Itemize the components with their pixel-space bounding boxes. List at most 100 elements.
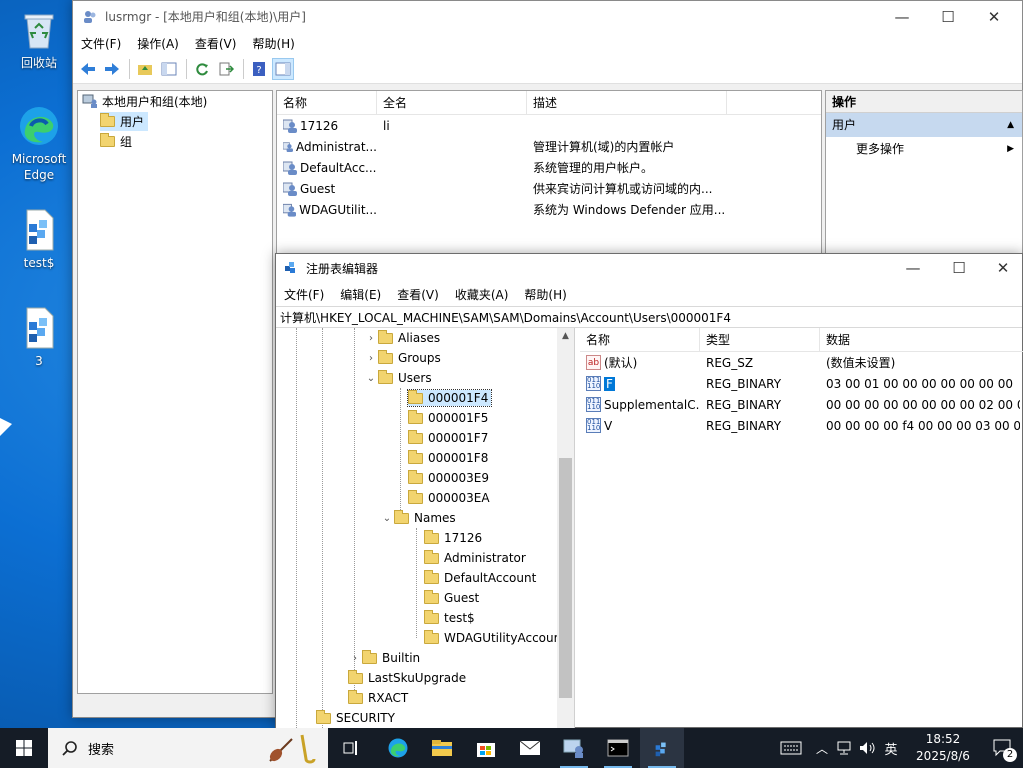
tree-scrollbar[interactable]: ▲: [557, 328, 574, 728]
taskbar-regedit[interactable]: [640, 728, 684, 768]
user-icon: [283, 161, 297, 175]
help-button[interactable]: ?: [248, 58, 270, 80]
tree-node[interactable]: › Groups: [276, 348, 574, 368]
tree-node[interactable]: RXACT: [276, 688, 574, 708]
column-header-fullname[interactable]: 全名: [377, 91, 527, 114]
column-header-type[interactable]: 类型: [700, 328, 820, 351]
tray-keyboard[interactable]: [771, 728, 811, 768]
refresh-button[interactable]: [191, 58, 213, 80]
table-row[interactable]: Administrat... 管理计算机(域)的内置帐户: [277, 136, 821, 157]
close-button[interactable]: ✕: [980, 254, 1023, 282]
tree-node[interactable]: test$: [276, 608, 574, 628]
tree-node[interactable]: WDAGUtilityAccour: [276, 628, 574, 648]
desktop-icon-test[interactable]: test$: [4, 208, 74, 271]
column-header-name[interactable]: 名称: [580, 328, 700, 351]
taskbar-edge[interactable]: [376, 728, 420, 768]
tree-node[interactable]: 000001F7: [276, 428, 574, 448]
tree-node[interactable]: SECURITY: [276, 708, 574, 728]
menu-view[interactable]: 查看(V): [187, 35, 245, 52]
tree-node[interactable]: LastSkuUpgrade: [276, 668, 574, 688]
table-row[interactable]: 17126 li: [277, 115, 821, 136]
menu-help[interactable]: 帮助(H): [244, 35, 302, 52]
tray-network[interactable]: [833, 728, 855, 768]
back-button[interactable]: [77, 58, 99, 80]
computer-management-icon: [563, 739, 583, 758]
taskbar-store[interactable]: [464, 728, 508, 768]
scroll-up-icon[interactable]: ▲: [557, 328, 574, 345]
desktop-icon-recycle-bin[interactable]: 回收站: [4, 8, 74, 71]
close-button[interactable]: ✕: [971, 1, 1017, 32]
user-list: 名称 全名 描述 17126 li Administrat... 管理计算机(域)的内…: [276, 90, 822, 256]
table-row[interactable]: 011 110 SupplementalC... REG_BINARY 00 00 00…: [580, 394, 1023, 415]
tray-clock[interactable]: 18:52 2025/8/6: [903, 728, 983, 768]
tree-item-groups[interactable]: 组: [78, 131, 272, 151]
tree-node[interactable]: 000001F5: [276, 408, 574, 428]
taskbar-cmd[interactable]: [596, 728, 640, 768]
actions-section-users[interactable]: 用户 ▲: [826, 113, 1022, 137]
tree-node[interactable]: 000001F4: [276, 388, 574, 408]
tree-node[interactable]: ⌄ Names: [276, 508, 574, 528]
menu-help[interactable]: 帮助(H): [516, 286, 574, 303]
column-header-name[interactable]: 名称: [277, 91, 377, 114]
maximize-button[interactable]: ☐: [925, 1, 971, 32]
tree-node[interactable]: 000001F8: [276, 448, 574, 468]
table-row[interactable]: ab (默认) REG_SZ (数值未设置): [580, 352, 1023, 373]
tree-root[interactable]: 本地用户和组(本地): [78, 91, 272, 111]
task-view-button[interactable]: [328, 728, 376, 768]
taskbar-mail[interactable]: [508, 728, 552, 768]
console-tree: 本地用户和组(本地) 用户 组: [77, 90, 273, 694]
taskbar-file-explorer[interactable]: [420, 728, 464, 768]
more-actions[interactable]: 更多操作 ▶: [826, 137, 1022, 161]
desktop-icon-3[interactable]: 3: [4, 306, 74, 369]
address-bar[interactable]: 计算机\HKEY_LOCAL_MACHINE\SAM\SAM\Domains\A…: [276, 306, 1022, 328]
column-header-description[interactable]: 描述: [527, 91, 727, 114]
tree-node[interactable]: 17126: [276, 528, 574, 548]
tree-node[interactable]: DefaultAccount: [276, 568, 574, 588]
menu-edit[interactable]: 编辑(E): [332, 286, 389, 303]
table-row[interactable]: WDAGUtilit... 系统为 Windows Defender 应用...: [277, 199, 821, 220]
table-row[interactable]: 011 110 F REG_BINARY 03 00 01 00 00 00 00 00…: [580, 373, 1023, 394]
tree-node[interactable]: ⌄ Users: [276, 368, 574, 388]
taskbar-lusrmgr[interactable]: [552, 728, 596, 768]
regedit-titlebar[interactable]: 注册表编辑器 — ☐ ✕: [276, 254, 1022, 282]
chevron-down-icon[interactable]: ⌄: [380, 513, 394, 524]
menu-view[interactable]: 查看(V): [389, 286, 447, 303]
chevron-up-icon[interactable]: ︿: [811, 728, 833, 768]
scroll-thumb[interactable]: [559, 458, 572, 698]
tree-node[interactable]: 000003EA: [276, 488, 574, 508]
chevron-down-icon[interactable]: ⌄: [364, 373, 378, 384]
table-row[interactable]: DefaultAcc... 系统管理的用户帐户。: [277, 157, 821, 178]
up-level-button[interactable]: [134, 58, 156, 80]
show-hide-tree-button[interactable]: [158, 58, 180, 80]
table-row[interactable]: Guest 供来宾访问计算机或访问域的内...: [277, 178, 821, 199]
tray-ime[interactable]: 英: [879, 728, 903, 768]
start-button[interactable]: [0, 728, 48, 768]
maximize-button[interactable]: ☐: [936, 254, 982, 282]
tree-node[interactable]: 000003E9: [276, 468, 574, 488]
action-center-button[interactable]: 2: [983, 728, 1023, 768]
menu-file[interactable]: 文件(F): [73, 35, 129, 52]
forward-button[interactable]: [101, 58, 123, 80]
minimize-button[interactable]: —: [890, 254, 936, 282]
chevron-right-icon[interactable]: ›: [364, 333, 378, 344]
minimize-button[interactable]: —: [879, 1, 925, 32]
tree-node[interactable]: Administrator: [276, 548, 574, 568]
menu-file[interactable]: 文件(F): [276, 286, 332, 303]
menu-action[interactable]: 操作(A): [129, 35, 187, 52]
menu-favorites[interactable]: 收藏夹(A): [447, 286, 517, 303]
tray-volume[interactable]: [855, 728, 879, 768]
tree-node[interactable]: › Builtin: [276, 648, 574, 668]
chevron-right-icon[interactable]: ›: [364, 353, 378, 364]
lusrmgr-titlebar[interactable]: lusrmgr - [本地用户和组(本地)\用户] — ☐ ✕: [73, 1, 1022, 32]
table-row[interactable]: 011 110 V REG_BINARY 00 00 00 00 f4 00 00 00…: [580, 415, 1023, 436]
export-list-button[interactable]: [215, 58, 237, 80]
chevron-right-icon[interactable]: ›: [348, 653, 362, 664]
tree-node[interactable]: › Aliases: [276, 328, 574, 348]
column-header-data[interactable]: 数据: [820, 328, 1023, 351]
show-hide-action-pane-button[interactable]: [272, 57, 294, 80]
tree-item-users[interactable]: 用户: [78, 111, 272, 131]
desktop-icon-edge[interactable]: Microsoft Edge: [4, 104, 74, 183]
tree-node[interactable]: Guest: [276, 588, 574, 608]
tree-node-content: Users: [378, 369, 435, 386]
taskbar-search[interactable]: 搜索: [48, 728, 328, 768]
